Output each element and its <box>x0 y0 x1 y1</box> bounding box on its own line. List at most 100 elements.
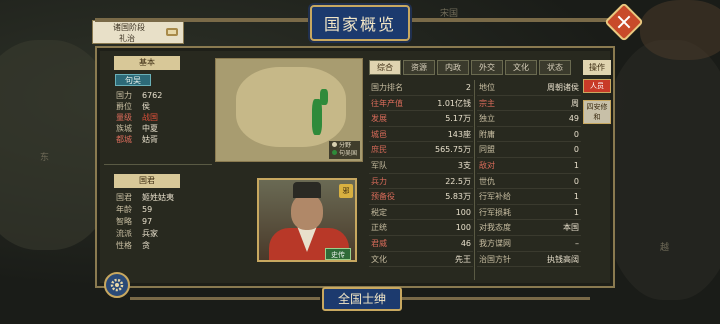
relation-value: – <box>575 238 579 248</box>
stat-row: 国力排名 2 <box>369 80 473 96</box>
category-tabs: 综合 资源 内政 外交 文化 状态 <box>369 60 571 75</box>
stat-label: 兵力 <box>371 176 387 186</box>
general-stats-table: 国力排名 2 往年产值 1.01亿钱发展 5.17万城邑 143座庶民 565.75万军队 3… <box>369 80 473 268</box>
basic-header: 基本 <box>114 56 180 70</box>
relation-row[interactable]: 宗主 周 <box>477 96 581 112</box>
map-label: 越 <box>660 243 670 253</box>
relation-row: 地位 周朝诸侯 <box>477 80 581 96</box>
stat-label: 军队 <box>371 160 387 170</box>
tab-culture[interactable]: 文化 <box>505 60 537 75</box>
stat-row[interactable]: 兵力 22.5万 <box>369 174 473 190</box>
stat-value: 1.01亿钱 <box>437 98 471 108</box>
relation-value: 1 <box>573 192 579 202</box>
overview-panel: 基本 句吴 国力 6762 爵位侯 量级 战国 族城 中夏 都城 姑胥 国君 国君 姬姓姑… <box>95 46 615 288</box>
relation-row: 行军补给 1 <box>477 189 581 205</box>
state-name-chip[interactable]: 句吴 <box>115 74 151 86</box>
stat-value: 3支 <box>457 160 471 170</box>
relation-row: 同盟 0 <box>477 142 581 158</box>
basic-row-capital[interactable]: 都城 姑胥 <box>116 134 158 145</box>
stat-label: 往年产值 <box>371 98 403 108</box>
page-title: 国家概览 <box>323 15 396 34</box>
relation-label: 地位 <box>479 83 495 92</box>
relation-row: 世仇 0 <box>477 174 581 190</box>
relation-label: 对我态度 <box>479 223 511 233</box>
tab-status[interactable]: 状态 <box>539 60 571 75</box>
relations-stats-table: 地位 周朝诸侯 宗主 周独立 49 附庸 0 同盟 0 敌对 1 世仇 0 行军补给 1 行军损耗 1 对我态度 本… <box>477 80 581 268</box>
stage-indicator[interactable]: 诸国阶段 礼治 <box>92 20 184 44</box>
stat-value: 100 <box>455 207 471 217</box>
ruler-row-age: 年龄 59 <box>116 205 153 214</box>
stat-value: 5.83万 <box>445 192 471 202</box>
territory-minimap[interactable]: 分野 句吴国 <box>215 58 363 162</box>
tab-internal[interactable]: 内政 <box>437 60 469 75</box>
ruler-row-school: 流派 兵家 <box>116 229 158 238</box>
relation-value: 0 <box>573 145 579 155</box>
personnel-button[interactable]: 人员 <box>583 79 611 93</box>
minimap-legend: 分野 句吴国 <box>328 141 360 159</box>
relation-label: 世仇 <box>479 176 495 186</box>
gear-icon <box>110 278 124 292</box>
stat-value: 100 <box>455 223 471 233</box>
relation-row: 我方谍网 – <box>477 236 581 252</box>
relation-label: 附庸 <box>479 129 495 139</box>
stat-value: 2 <box>465 83 471 92</box>
relation-label: 敌对 <box>479 160 495 170</box>
relation-row: 治国方针 执钱高阔 <box>477 252 581 268</box>
biography-button[interactable]: 史传 <box>325 248 351 260</box>
operations-header: 操作 <box>583 60 611 75</box>
relation-row[interactable]: 敌对 1 <box>477 158 581 174</box>
stat-label: 发展 <box>371 114 387 124</box>
gentry-button[interactable]: 全国士绅 <box>322 287 402 311</box>
relation-value: 0 <box>573 176 579 186</box>
stat-value: 22.5万 <box>445 176 471 186</box>
stat-row: 军队 3支 <box>369 158 473 174</box>
stat-label: 城邑 <box>371 129 387 139</box>
stat-row[interactable]: 往年产值 1.01亿钱 <box>369 96 473 112</box>
ruler-header: 国君 <box>114 174 180 188</box>
stat-row[interactable]: 城邑 143座 <box>369 127 473 143</box>
stat-label: 庶民 <box>371 145 387 155</box>
relation-label: 独立 <box>479 114 495 124</box>
basic-row-tier[interactable]: 量级 战国 <box>116 112 158 123</box>
reform-button[interactable]: 四安修和 <box>583 100 611 124</box>
stage-value: 礼治 <box>119 34 135 43</box>
settings-button[interactable] <box>104 272 130 298</box>
relation-label: 我方谍网 <box>479 238 511 248</box>
relation-row: 行军损耗 1 <box>477 205 581 221</box>
stat-row: 正统 100 <box>369 220 473 236</box>
stat-row[interactable]: 预备役 5.83万 <box>369 189 473 205</box>
stat-label: 国力排名 <box>371 83 403 92</box>
stat-row: 文化 先王 <box>369 252 473 268</box>
ruler-portrait[interactable]: 邪 史传 <box>257 178 357 262</box>
stat-row[interactable]: 发展 5.17万 <box>369 111 473 127</box>
basic-info-column: 基本 句吴 国力 6762 爵位侯 量级 战国 族城 中夏 都城 姑胥 国君 国君 姬姓姑… <box>102 56 212 284</box>
relation-row: 独立 49 <box>477 111 581 127</box>
stat-label: 君威 <box>371 238 387 248</box>
relation-value: 本国 <box>563 223 579 233</box>
relation-value: 49 <box>568 114 579 124</box>
relation-label: 治国方针 <box>479 254 511 264</box>
relation-value: 1 <box>573 207 579 217</box>
map-label: 东 <box>40 153 50 163</box>
relation-value: 0 <box>573 129 579 139</box>
stat-value: 先王 <box>455 254 471 264</box>
ruler-row-name[interactable]: 国君 姬姓姑夷 <box>116 192 174 203</box>
tab-resources[interactable]: 资源 <box>403 60 435 75</box>
tab-diplomacy[interactable]: 外交 <box>471 60 503 75</box>
tab-general[interactable]: 综合 <box>369 60 401 75</box>
stat-row[interactable]: 庶民 565.75万 <box>369 142 473 158</box>
basic-row-power: 国力 6762 <box>116 91 163 100</box>
stat-label: 文化 <box>371 254 387 264</box>
stat-row[interactable]: 君威 46 <box>369 236 473 252</box>
relation-value: 执钱高阔 <box>547 254 579 264</box>
relation-row: 对我态度 本国 <box>477 220 581 236</box>
page-title-banner: 国家概览 <box>310 5 410 41</box>
ruler-row-intellect: 智略 97 <box>116 217 153 226</box>
ruler-row-trait: 性格贪 <box>116 241 150 250</box>
stat-label: 税定 <box>371 207 387 217</box>
stat-row: 税定 100 <box>369 205 473 221</box>
trait-tag: 邪 <box>339 184 353 198</box>
stat-value: 143座 <box>447 129 471 139</box>
stat-label: 预备役 <box>371 192 395 202</box>
relation-label: 宗主 <box>479 98 495 108</box>
